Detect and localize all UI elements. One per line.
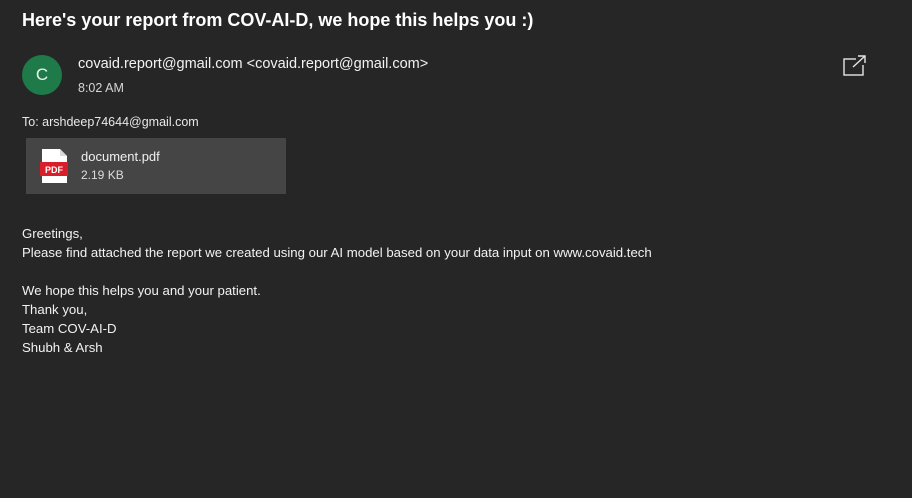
sender-avatar[interactable]: C: [22, 55, 62, 95]
body-line: Team COV-AI-D: [22, 321, 117, 336]
sender-address[interactable]: covaid.report@gmail.com <covaid.report@g…: [78, 56, 428, 72]
sent-time: 8:02 AM: [78, 81, 124, 95]
open-in-new-window-icon[interactable]: [842, 54, 868, 78]
body-line: We hope this helps you and your patient.: [22, 283, 261, 298]
pdf-icon-label: PDF: [45, 165, 64, 175]
email-reading-pane: Here's your report from COV-AI-D, we hop…: [0, 0, 912, 498]
attachment-card[interactable]: PDF document.pdf 2.19 KB: [26, 138, 286, 194]
body-line: Greetings,: [22, 226, 83, 241]
pdf-file-icon: PDF: [40, 148, 68, 184]
recipient-line: To: arshdeep74644@gmail.com: [22, 115, 199, 129]
body-line: Shubh & Arsh: [22, 340, 103, 355]
body-line: Thank you,: [22, 302, 88, 317]
attachment-name: document.pdf: [81, 149, 160, 164]
email-subject: Here's your report from COV-AI-D, we hop…: [22, 10, 534, 30]
body-line: Please find attached the report we creat…: [22, 245, 652, 260]
avatar-initial: C: [35, 65, 49, 84]
body-line-blank: [22, 262, 652, 281]
attachment-size: 2.19 KB: [81, 168, 124, 182]
email-body: Greetings, Please find attached the repo…: [22, 224, 652, 357]
